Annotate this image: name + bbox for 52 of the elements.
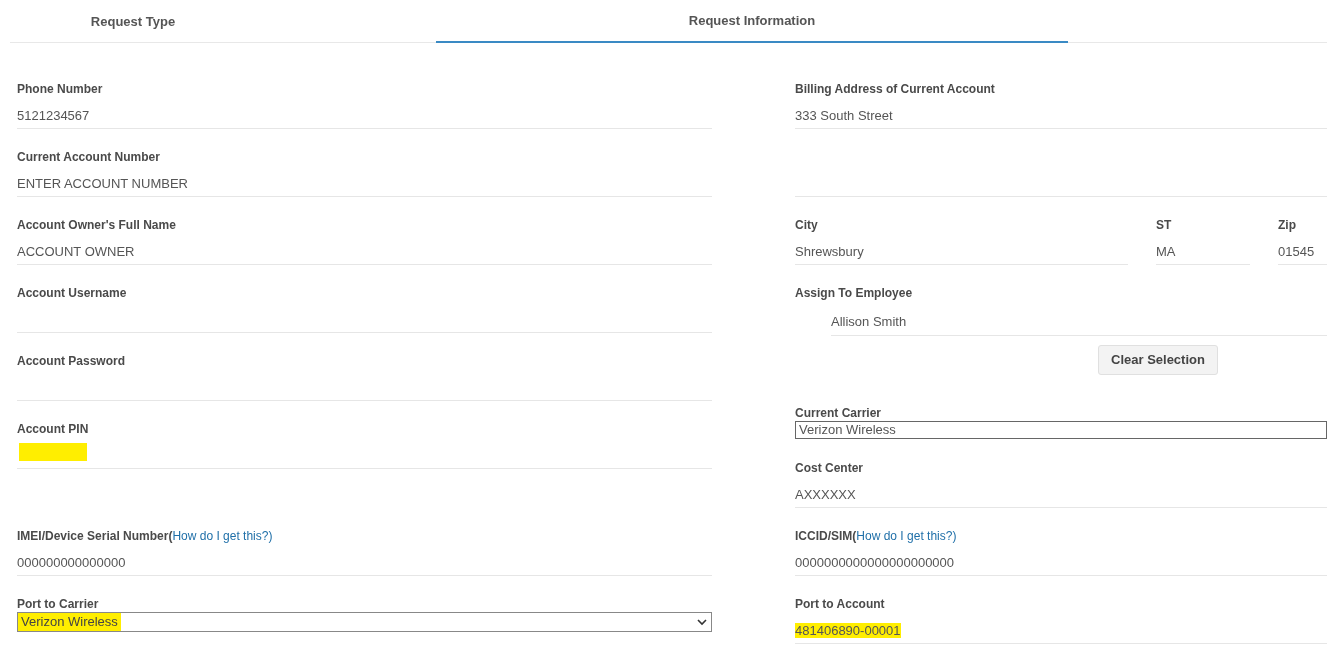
- field-label: Zip: [1278, 217, 1297, 233]
- clear-selection-button[interactable]: Clear Selection: [1098, 345, 1218, 375]
- field-label: Assign To Employee: [795, 285, 914, 301]
- field-label: Current Account Number: [17, 149, 161, 165]
- field-value: ACCOUNT OWNER: [17, 244, 135, 259]
- text-field[interactable]: Billing Address of Current Account 333 South Street: [795, 75, 1327, 129]
- field-label: Current Carrier: [795, 405, 883, 421]
- field-label: Port to Account: [795, 596, 886, 612]
- text-field[interactable]: Zip 01545: [1278, 211, 1327, 265]
- field-value: 333 South Street: [795, 108, 893, 123]
- help-link[interactable]: How do I get this?): [172, 529, 273, 543]
- field-value: 481406890-00001: [795, 623, 901, 638]
- text-field[interactable]: IMEI/Device Serial Number(How do I get this?) 000000000000000: [17, 522, 712, 576]
- select-value: Verizon Wireless: [18, 613, 121, 631]
- field-label: Cost Center: [795, 460, 864, 476]
- field-value: 0000000000000000000000: [795, 555, 955, 570]
- text-field[interactable]: Account Password: [17, 347, 712, 401]
- text-field[interactable]: Port to Account 481406890-00001: [795, 590, 1327, 644]
- field-label: ICCID/SIM(How do I get this?): [795, 528, 958, 544]
- help-link[interactable]: How do I get this?): [856, 529, 957, 543]
- field-label: Account Owner's Full Name: [17, 217, 177, 233]
- field-label: IMEI/Device Serial Number(How do I get this?): [17, 528, 274, 544]
- field-label: City: [795, 217, 819, 233]
- field-value: ENTER ACCOUNT NUMBER: [17, 176, 188, 191]
- text-field[interactable]: ST MA: [1156, 211, 1250, 265]
- text-field[interactable]: Current Account Number ENTER ACCOUNT NUMBER: [17, 143, 712, 197]
- text-field[interactable]: Phone Number 5121234567: [17, 75, 712, 129]
- text-field[interactable]: Account PIN: [17, 415, 712, 469]
- tab[interactable]: Request Type: [10, 0, 256, 43]
- field-label: Port to Carrier: [17, 596, 100, 612]
- tab[interactable]: Request Information: [436, 0, 1068, 43]
- field-label: Account Username: [17, 285, 128, 301]
- text-field[interactable]: ICCID/SIM(How do I get this?) 0000000000000000000000: [795, 522, 1327, 576]
- field-label: Phone Number: [17, 81, 104, 97]
- field-label: ST: [1156, 217, 1173, 233]
- field-label: Account PIN: [17, 421, 90, 437]
- carrier-field[interactable]: Verizon Wireless: [795, 421, 1327, 439]
- field-label: Account Password: [17, 353, 127, 369]
- field-value: MA: [1156, 244, 1176, 259]
- field-value: 000000000000000: [17, 555, 126, 570]
- field-value: 01545: [1278, 244, 1315, 259]
- carrier-select[interactable]: Verizon Wireless: [17, 612, 712, 632]
- field-label: Billing Address of Current Account: [795, 81, 996, 97]
- chevron-down-icon: [697, 618, 707, 626]
- field-value: AXXXXXX: [795, 487, 856, 502]
- text-field[interactable]: Account Username: [17, 279, 712, 333]
- field-value: Shrewsbury: [795, 244, 864, 259]
- text-field[interactable]: Account Owner's Full Name ACCOUNT OWNER: [17, 211, 712, 265]
- text-field[interactable]: Cost Center AXXXXXX: [795, 454, 1327, 508]
- employee-field[interactable]: Allison Smith: [831, 313, 1327, 336]
- text-field[interactable]: City Shrewsbury: [795, 211, 1128, 265]
- field-value: 5121234567: [17, 108, 90, 123]
